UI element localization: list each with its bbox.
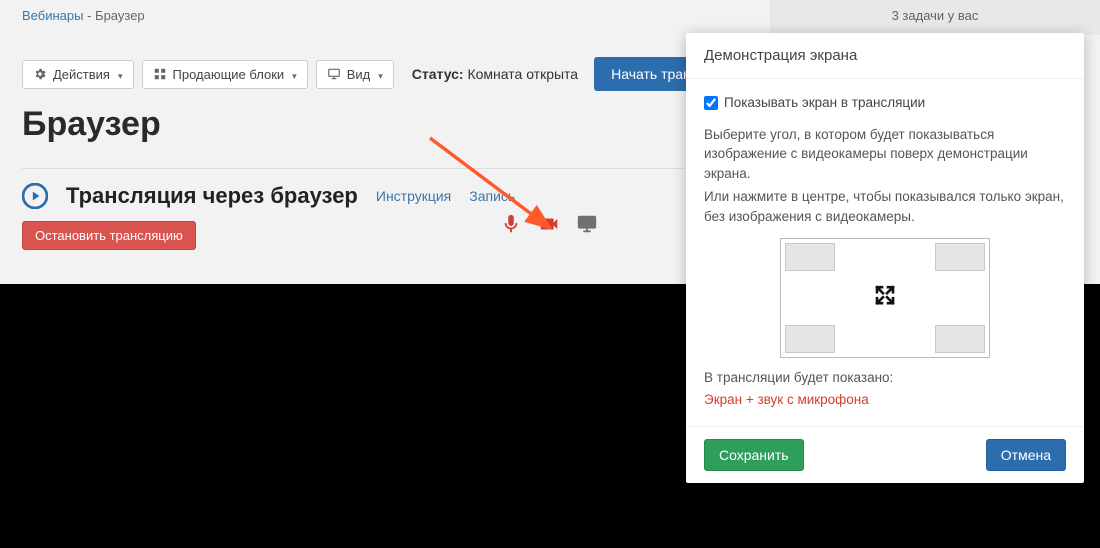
position-top-left[interactable] xyxy=(785,243,835,271)
room-status-value: Комната открыта xyxy=(467,66,578,82)
play-icon xyxy=(22,183,48,209)
show-screen-checkbox-text: Показывать экран в трансляции xyxy=(724,93,925,113)
tasks-count-label: 3 задачи у вас xyxy=(892,8,979,23)
broadcast-title: Трансляция через браузер xyxy=(66,183,358,209)
caret-down-icon xyxy=(376,67,383,82)
grid-icon xyxy=(153,67,167,81)
save-button[interactable]: Сохранить xyxy=(704,439,804,471)
room-status: Статус: Комната открыта xyxy=(412,66,578,82)
screen-share-dialog: Демонстрация экрана Показывать экран в т… xyxy=(686,33,1084,483)
actions-label: Действия xyxy=(53,67,110,82)
position-bottom-right[interactable] xyxy=(935,325,985,353)
position-bottom-left[interactable] xyxy=(785,325,835,353)
caret-down-icon xyxy=(290,67,297,82)
monitor-icon xyxy=(327,67,341,81)
screen-share-icon[interactable] xyxy=(576,213,598,240)
record-link[interactable]: Запись xyxy=(469,188,515,204)
dialog-description-1: Выберите угол, в котором будет показыват… xyxy=(704,125,1066,184)
tasks-status: 3 задачи у вас xyxy=(770,0,1100,35)
breadcrumb-current: Браузер xyxy=(95,8,145,23)
gears-icon xyxy=(33,67,47,81)
microphone-icon[interactable] xyxy=(500,213,522,240)
caret-down-icon xyxy=(116,67,123,82)
view-label: Вид xyxy=(347,67,371,82)
cancel-button[interactable]: Отмена xyxy=(986,439,1066,471)
blocks-label: Продающие блоки xyxy=(173,67,285,82)
show-screen-checkbox[interactable] xyxy=(704,96,718,110)
camera-position-picker xyxy=(780,238,990,358)
shown-as-value: Экран + звук с микрофона xyxy=(704,390,1066,410)
camera-icon[interactable] xyxy=(538,213,560,240)
position-top-right[interactable] xyxy=(935,243,985,271)
room-status-label: Статус: xyxy=(412,66,464,82)
breadcrumb-parent-link[interactable]: Вебинары xyxy=(22,8,83,23)
stop-broadcast-button[interactable]: Остановить трансляцию xyxy=(22,221,196,250)
shown-as-label: В трансляции будет показано: xyxy=(704,368,1066,388)
instruction-link[interactable]: Инструкция xyxy=(376,188,451,204)
position-center-only-screen[interactable] xyxy=(873,284,897,314)
show-screen-checkbox-label[interactable]: Показывать экран в трансляции xyxy=(704,93,1066,113)
dialog-description-2: Или нажмите в центре, чтобы показывался … xyxy=(704,187,1066,226)
dialog-title: Демонстрация экрана xyxy=(686,33,1084,79)
view-dropdown[interactable]: Вид xyxy=(316,60,394,89)
breadcrumb-separator: - xyxy=(87,8,95,23)
media-icons xyxy=(500,213,598,240)
selling-blocks-dropdown[interactable]: Продающие блоки xyxy=(142,60,308,89)
actions-dropdown[interactable]: Действия xyxy=(22,60,134,89)
